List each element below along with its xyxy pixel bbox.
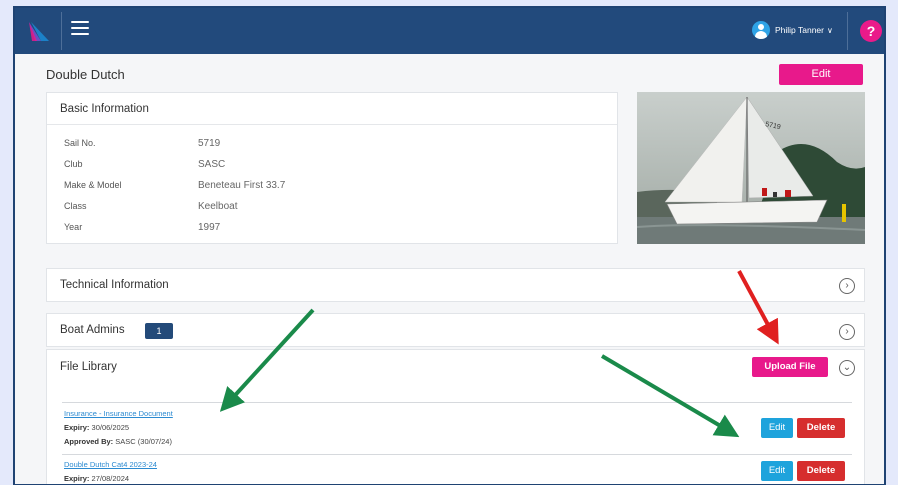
upload-file-button[interactable]: Upload File: [752, 357, 828, 377]
file-library-title: File Library: [60, 361, 117, 373]
info-value: 5719: [198, 138, 221, 149]
file-approved-label: Approved By:: [64, 437, 114, 446]
navbar-divider: [61, 12, 62, 50]
file-divider: [62, 402, 852, 403]
user-avatar-icon: [752, 21, 770, 39]
chevron-down-icon: ∨: [827, 25, 833, 35]
file-expiry-value: 30/06/2025: [91, 423, 130, 432]
info-row-class: Class Keelboat: [64, 201, 237, 212]
navbar-divider: [847, 12, 848, 50]
chevron-right-circle-icon[interactable]: ›: [839, 278, 855, 294]
info-row-make-model: Make & Model Beneteau First 33.7: [64, 180, 285, 191]
info-value: 1997: [198, 222, 221, 233]
chevron-right-circle-icon[interactable]: ›: [839, 324, 855, 340]
info-value: Beneteau First 33.7: [198, 180, 286, 191]
file-edit-button[interactable]: Edit: [761, 461, 793, 481]
info-label: Club: [64, 159, 83, 169]
main-content: Double Dutch Edit Basic Information Sail…: [15, 54, 884, 484]
file-delete-button[interactable]: Delete: [797, 461, 845, 481]
file-link-insurance[interactable]: Insurance - Insurance Document: [64, 409, 173, 418]
file-approved-value: SASC (30/07/24): [115, 437, 172, 446]
file-library-section: File Library Upload File ⌄ Insurance - I…: [46, 349, 865, 484]
technical-information-section[interactable]: Technical Information ›: [46, 268, 865, 302]
top-navbar: Philip Tanner ∨ ?: [15, 8, 884, 54]
info-label: Class: [64, 201, 87, 211]
app-logo: [29, 22, 49, 41]
file-delete-button[interactable]: Delete: [797, 418, 845, 438]
info-label: Make & Model: [64, 180, 122, 190]
file-expiry: Expiry: 27/08/2024: [64, 474, 129, 483]
menu-icon[interactable]: [71, 21, 89, 37]
boat-admins-count-badge: 1: [145, 323, 173, 339]
technical-information-title: Technical Information: [60, 279, 169, 291]
info-value: Keelboat: [198, 201, 238, 212]
basic-information-header: Basic Information: [47, 93, 617, 125]
app-window: Philip Tanner ∨ ? Double Dutch Edit Basi…: [13, 6, 886, 485]
info-label: Sail No.: [64, 138, 96, 148]
info-row-club: Club SASC: [64, 159, 225, 170]
file-expiry-value: 27/08/2024: [91, 474, 130, 483]
basic-information-card: Basic Information Sail No. 5719 Club SASC …: [46, 92, 618, 244]
boat-admins-title: Boat Admins: [60, 324, 125, 336]
file-expiry: Expiry: 30/06/2025: [64, 423, 129, 432]
boat-photo: 5719: [637, 92, 865, 244]
info-row-year: Year 1997: [64, 222, 220, 233]
file-edit-button[interactable]: Edit: [761, 418, 793, 438]
edit-boat-button[interactable]: Edit: [779, 64, 863, 85]
info-label: Year: [64, 222, 83, 232]
info-value: SASC: [198, 159, 226, 170]
file-expiry-label: Expiry:: [64, 474, 90, 483]
file-approved: Approved By: SASC (30/07/24): [64, 437, 172, 446]
help-button[interactable]: ?: [860, 20, 882, 42]
file-link-cat4[interactable]: Double Dutch Cat4 2023-24: [64, 460, 157, 469]
user-menu[interactable]: Philip Tanner ∨: [752, 21, 833, 39]
info-row-sail-no: Sail No. 5719: [64, 138, 220, 149]
file-divider: [62, 454, 852, 455]
page-title: Double Dutch: [46, 67, 125, 82]
chevron-down-circle-icon[interactable]: ⌄: [839, 360, 855, 376]
file-expiry-label: Expiry:: [64, 423, 90, 432]
boat-admins-section[interactable]: Boat Admins 1 ›: [46, 313, 865, 347]
user-name: Philip Tanner: [775, 25, 824, 35]
